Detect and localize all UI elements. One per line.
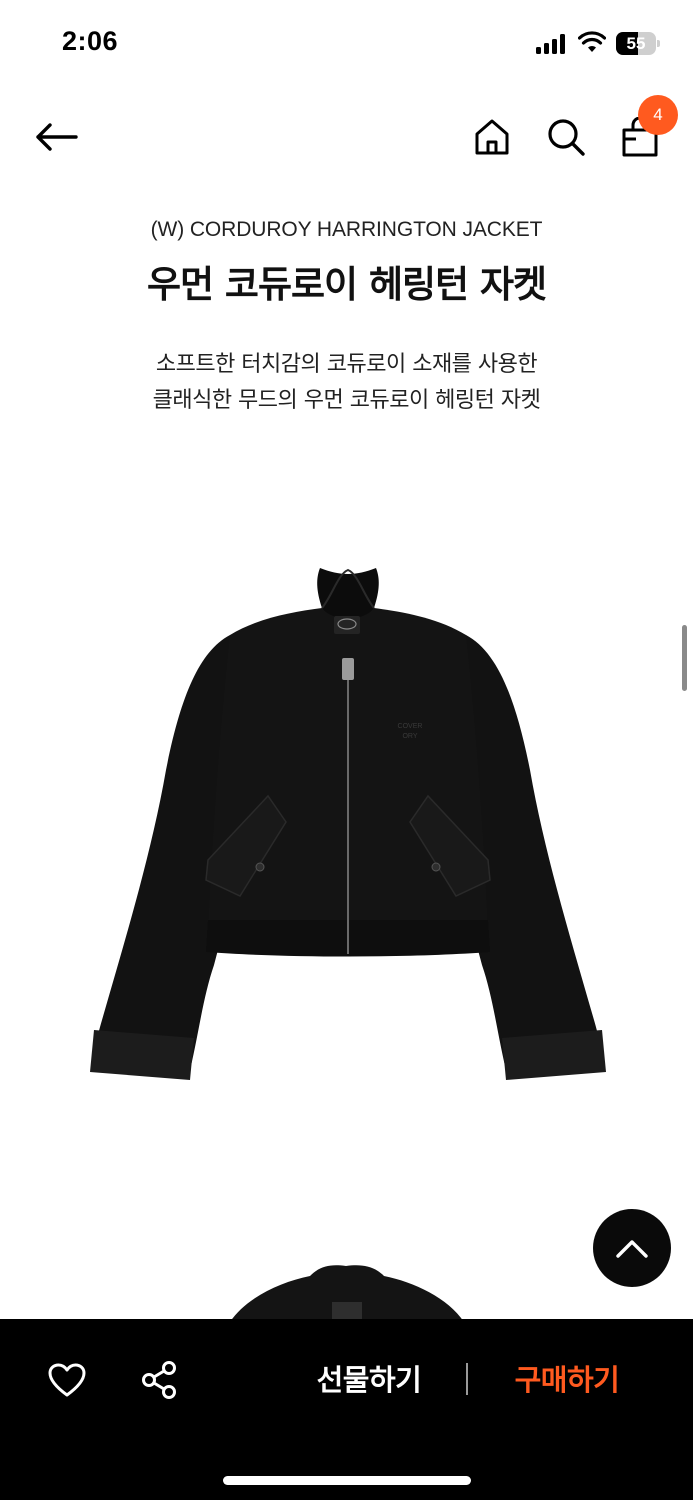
- home-button[interactable]: [466, 111, 518, 163]
- wifi-icon: [578, 31, 606, 52]
- cart-count-badge: 4: [638, 95, 678, 135]
- product-image-secondary: [230, 1265, 464, 1322]
- share-button[interactable]: [136, 1357, 182, 1403]
- description-line-2: 클래식한 무드의 우먼 코듀로이 헤링턴 자켓: [152, 388, 541, 413]
- search-icon: [548, 119, 585, 156]
- product-description: 소프트한 터치감의 코듀로이 소재를 사용한 클래식한 무드의 우먼 코듀로이 …: [0, 347, 693, 419]
- battery-icon: 55: [616, 32, 661, 55]
- product-name-ko: 우먼 코듀로이 헤링턴 자켓: [146, 263, 547, 306]
- battery-level: 55: [626, 34, 646, 53]
- back-button[interactable]: [28, 113, 84, 161]
- bottom-action-bar: 선물하기 구매하기: [0, 1319, 693, 1500]
- like-button[interactable]: [44, 1357, 90, 1403]
- description-line-1: 소프트한 터치감의 코듀로이 소재를 사용한: [155, 352, 538, 377]
- gift-button[interactable]: 선물하기: [292, 1357, 446, 1403]
- buy-button[interactable]: 구매하기: [490, 1357, 644, 1403]
- chevron-up-icon: [616, 1240, 648, 1258]
- action-divider: [466, 1363, 468, 1395]
- scroll-indicator[interactable]: [682, 625, 687, 691]
- arrow-left-icon: [36, 123, 78, 151]
- search-button[interactable]: [540, 111, 592, 163]
- cellular-signal-icon: [536, 34, 568, 54]
- scroll-to-top-button[interactable]: [593, 1209, 671, 1287]
- share-icon: [142, 1361, 176, 1399]
- home-indicator: [223, 1476, 471, 1485]
- status-bar: 2:06 55: [0, 0, 693, 88]
- product-image: COVER ORY: [90, 568, 606, 1080]
- heart-icon: [48, 1363, 86, 1397]
- top-nav: [0, 95, 693, 180]
- status-time: 2:06: [62, 26, 119, 56]
- jacket-illustration: COVER ORY: [90, 568, 606, 1080]
- product-header: (W) CORDUROY HARRINGTON JACKET 우먼 코듀로이 헤…: [0, 218, 693, 308]
- svg-text:COVER: COVER: [398, 723, 423, 730]
- product-name-en: (W) CORDUROY HARRINGTON JACKET: [150, 218, 543, 241]
- svg-text:ORY: ORY: [402, 733, 417, 740]
- home-icon: [475, 119, 509, 155]
